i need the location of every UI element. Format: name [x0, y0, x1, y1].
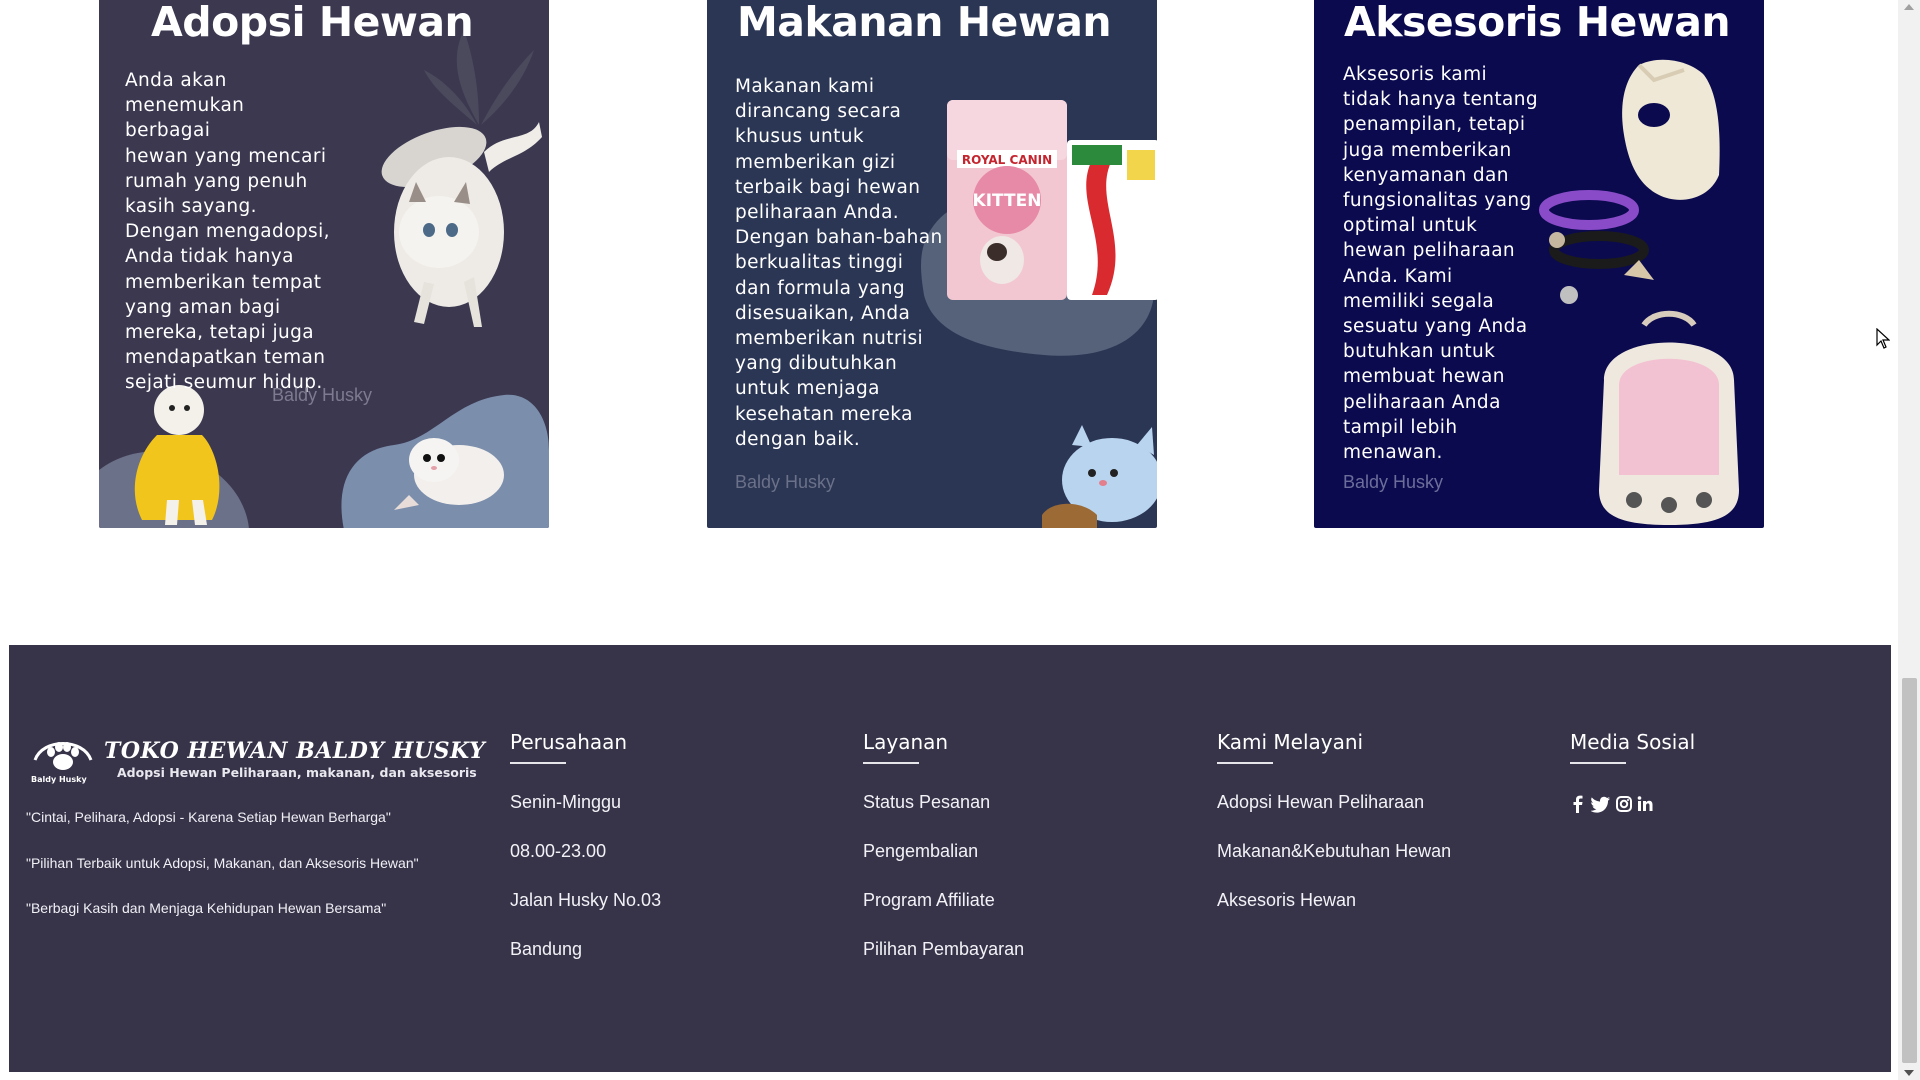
heading-underline	[510, 762, 566, 764]
company-hours-time: 08.00-23.00	[510, 841, 607, 861]
heading-underline	[1217, 762, 1273, 764]
link-order-status[interactable]: Status Pesanan	[863, 792, 990, 813]
product-label: ROYAL CANIN	[962, 153, 1052, 167]
card-watermark: Baldy Husky	[1343, 472, 1444, 492]
company-hours-days: Senin-Minggu	[510, 792, 622, 812]
footer-quote: "Pilihan Terbaik untuk Adopsi, Makanan, …	[26, 855, 419, 871]
linkedin-icon[interactable]	[1637, 795, 1653, 813]
footer-brand[interactable]: TOKO HEWAN BALDY HUSKY Adopsi Hewan Peli…	[29, 730, 485, 790]
card-description: Anda akan menemukan berbagai hewan yang …	[125, 70, 330, 394]
company-city: Bandung	[510, 939, 583, 959]
card-title: Adopsi Hewan	[151, 0, 474, 46]
dog-illustration	[134, 385, 220, 525]
link-affiliate-program[interactable]: Program Affiliate	[863, 890, 995, 911]
column-heading: Perusahaan	[510, 730, 628, 754]
facebook-icon[interactable]	[1570, 795, 1586, 813]
sugar-glider-illustration	[394, 438, 504, 510]
footer-quote: "Berbagi Kasih dan Menjaga Kehidupan Hew…	[26, 900, 387, 916]
card-description: Makanan kami dirancang secara khusus unt…	[735, 76, 943, 450]
heading-underline	[863, 762, 919, 764]
scroll-up-arrow-icon[interactable]	[1904, 4, 1914, 10]
mouse-cursor-icon	[1876, 328, 1890, 349]
card-title: Aksesoris Hewan	[1344, 0, 1731, 46]
page-scrollbar[interactable]	[1898, 0, 1920, 1080]
column-heading: Kami Melayani	[1217, 730, 1364, 754]
card-title: Makanan Hewan	[737, 0, 1112, 46]
column-heading: Media Sosial	[1570, 730, 1696, 754]
product-name: KITTEN	[973, 191, 1042, 211]
card-description: Aksesoris kami tidak hanya tentang penam…	[1343, 64, 1539, 464]
accessories-card[interactable]: Aksesoris Hewan Aksesoris kami tidak han…	[1314, 0, 1764, 528]
footer-column-we-serve: Kami Melayani Adopsi Hewan Peliharaan Ma…	[1217, 730, 1451, 910]
brand-tagline: Adopsi Hewan Peliharaan, makanan, dan ak…	[117, 765, 477, 780]
column-heading: Layanan	[863, 730, 949, 754]
pet-backpack-illustration	[1599, 310, 1739, 525]
footer-column-services: Layanan Status Pesanan Pengembalian Prog…	[863, 730, 1024, 959]
cat-food-package-illustration: ROYAL CANIN KITTEN	[947, 100, 1157, 300]
footer-column-company: Perusahaan Senin-Minggu 08.00-23.00 Jala…	[510, 730, 661, 959]
heading-underline	[1570, 762, 1626, 764]
page: Adopsi Hewan Anda akan menemukan berbaga…	[0, 0, 1920, 1080]
footer-column-social: Media Sosial	[1570, 730, 1696, 813]
link-pet-accessories[interactable]: Aksesoris Hewan	[1217, 890, 1356, 911]
brand-name: TOKO HEWAN BALDY HUSKY	[104, 738, 486, 764]
scroll-down-arrow-icon[interactable]	[1904, 1070, 1914, 1076]
link-pet-adoption[interactable]: Adopsi Hewan Peliharaan	[1217, 792, 1424, 813]
food-card[interactable]: ROYAL CANIN KITTEN Makanan Hewan Makanan…	[707, 0, 1157, 528]
instagram-icon[interactable]	[1616, 795, 1632, 813]
adoption-card[interactable]: Adopsi Hewan Anda akan menemukan berbaga…	[99, 0, 549, 528]
twitter-icon[interactable]	[1590, 795, 1611, 813]
scrollbar-thumb[interactable]	[1902, 678, 1917, 1063]
pet-jacket-illustration	[1622, 59, 1720, 200]
card-watermark: Baldy Husky	[735, 472, 836, 492]
cat-illustration	[381, 122, 542, 327]
collars-illustration	[1539, 190, 1654, 304]
card-watermark: Baldy Husky	[272, 385, 373, 405]
brand-mini-label: Baldy Husky	[31, 775, 87, 784]
paw-logo-icon	[33, 742, 93, 770]
social-icons	[1570, 795, 1653, 813]
link-payment-options[interactable]: Pilihan Pembayaran	[863, 939, 1024, 960]
site-footer: TOKO HEWAN BALDY HUSKY Adopsi Hewan Peli…	[9, 645, 1891, 1072]
link-returns[interactable]: Pengembalian	[863, 841, 978, 862]
link-pet-food[interactable]: Makanan&Kebutuhan Hewan	[1217, 841, 1451, 862]
footer-quote: "Cintai, Pelihara, Adopsi - Karena Setia…	[26, 809, 391, 825]
company-address: Jalan Husky No.03	[510, 890, 662, 910]
cat-mascot-illustration	[1042, 425, 1157, 528]
